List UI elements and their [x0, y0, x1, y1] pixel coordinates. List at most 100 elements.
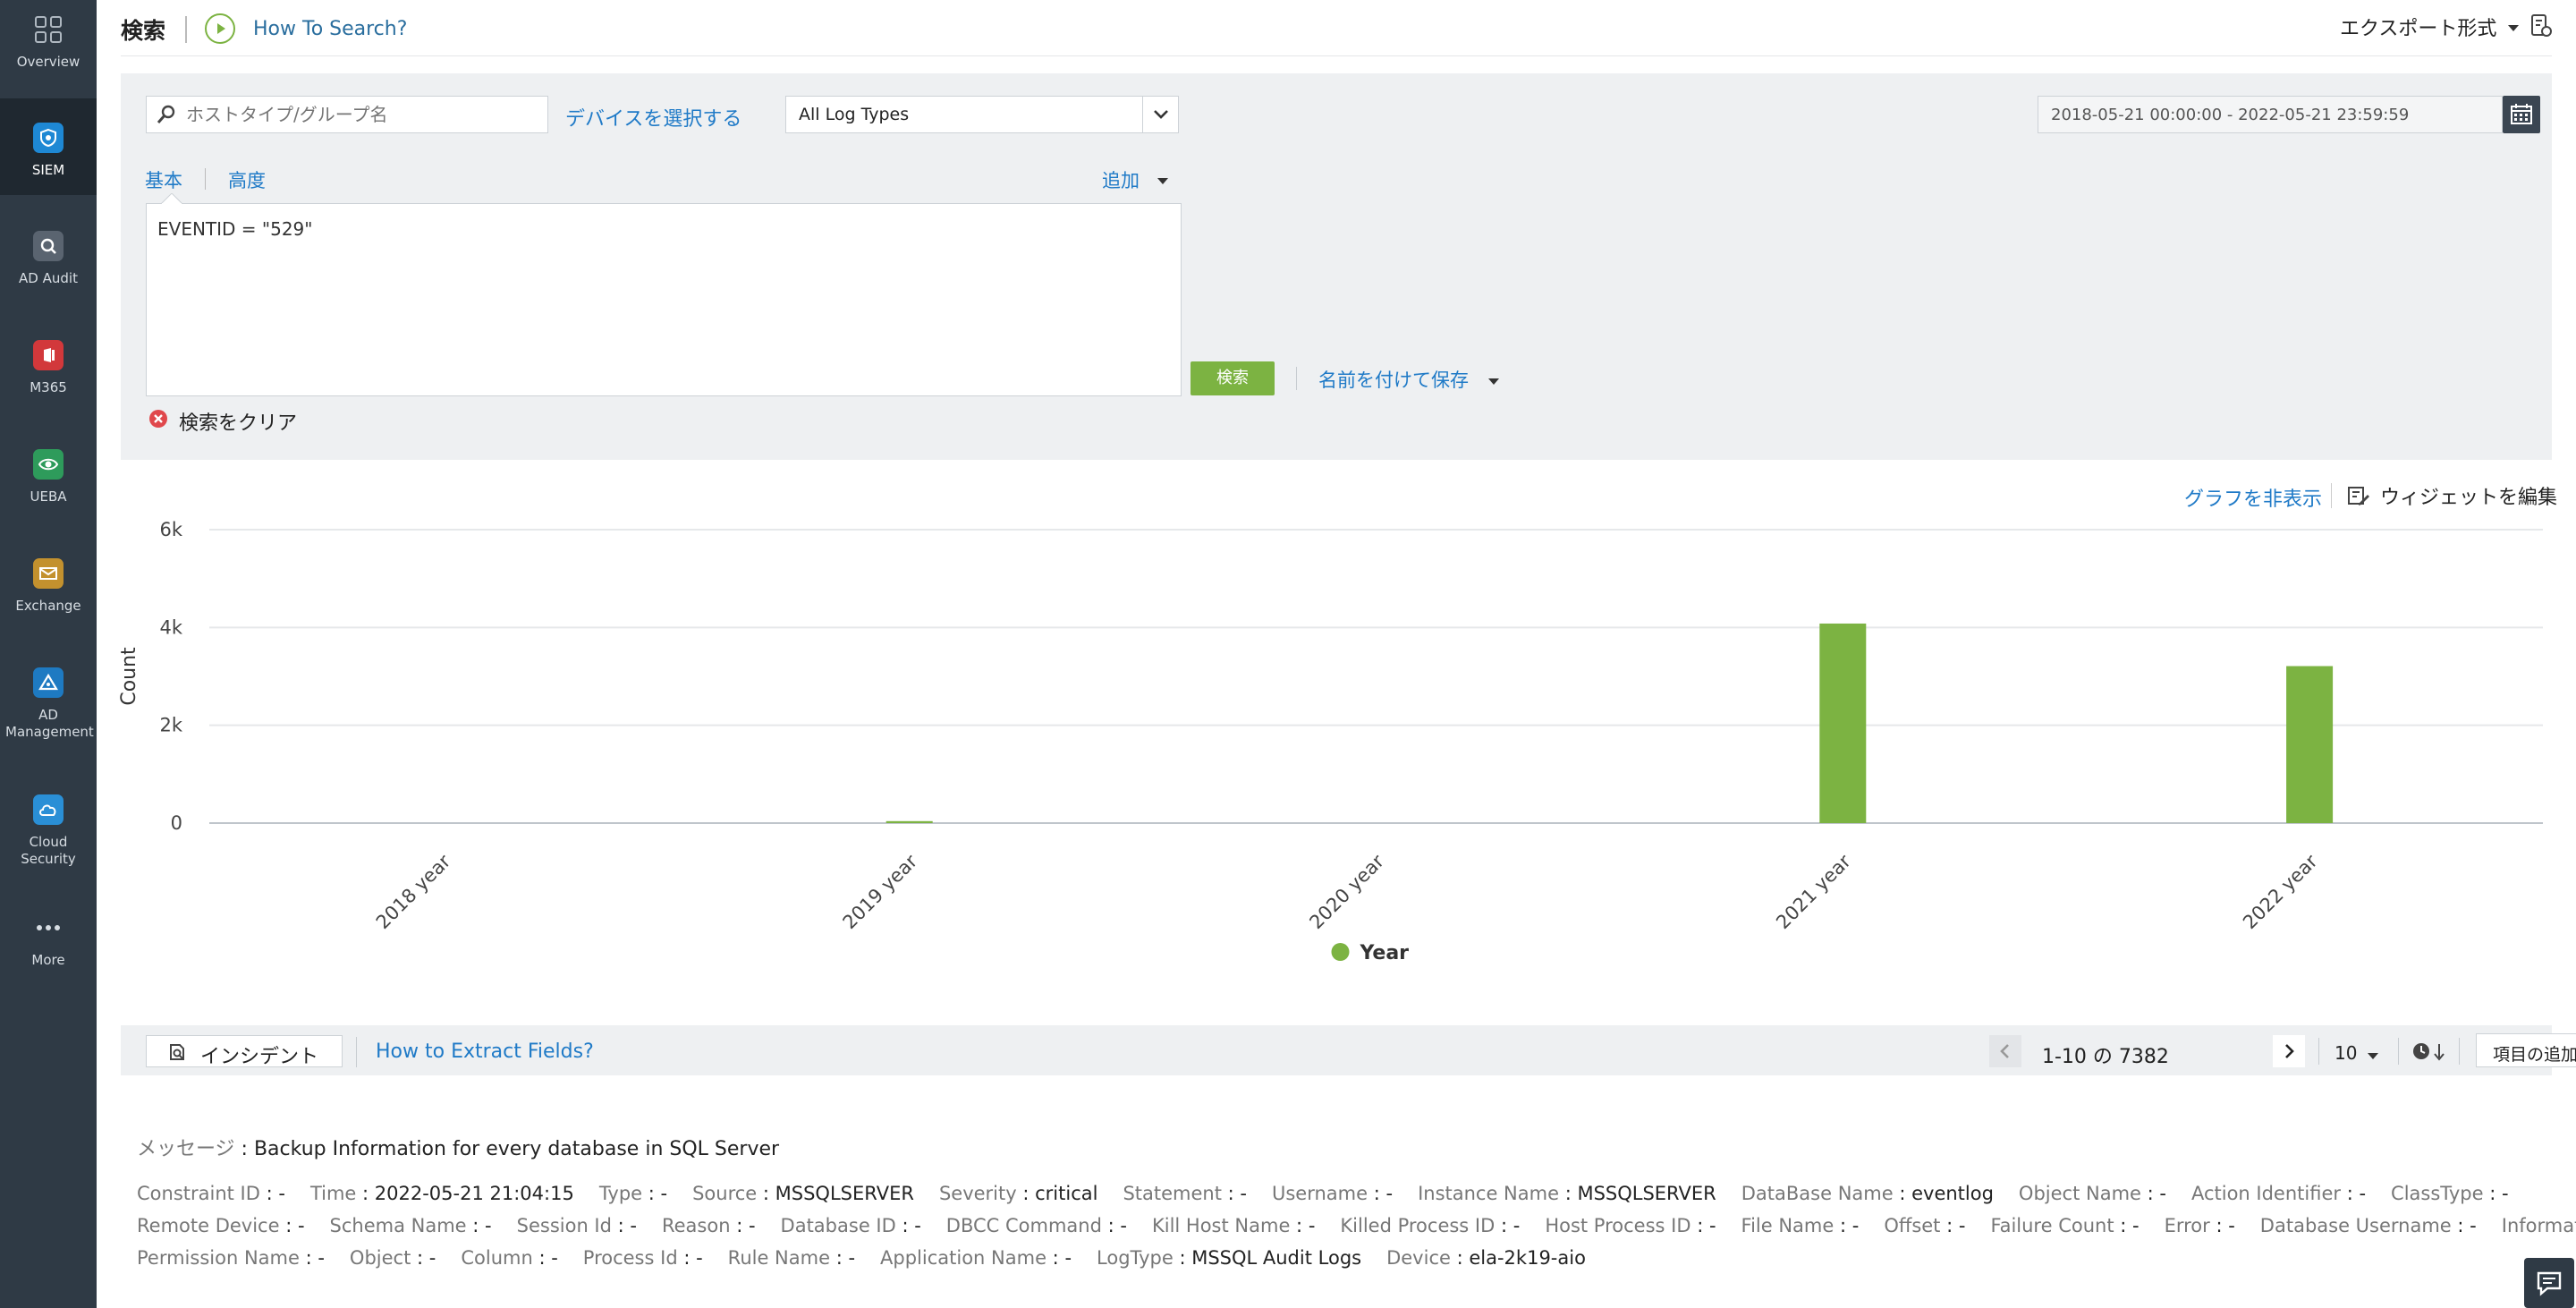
field-value: -: [2359, 1183, 2367, 1204]
sidebar-item-label: UEBA: [30, 488, 67, 505]
host-search-input[interactable]: [186, 102, 540, 127]
record-field: Offset : -: [1884, 1215, 1966, 1236]
record-field: File Name : -: [1741, 1215, 1860, 1236]
save-as-dropdown[interactable]: 名前を付けて保存: [1318, 366, 1469, 393]
tab-advanced[interactable]: 高度: [228, 166, 266, 193]
sidebar-item-label: Exchange: [15, 598, 81, 614]
field-value: -: [551, 1247, 558, 1269]
record-field: Device : ela-2k19-aio: [1386, 1247, 1586, 1269]
caret-down-icon: [1156, 173, 1170, 190]
date-range-field[interactable]: 2018-05-21 00:00:00 - 2022-05-21 23:59:5…: [2038, 96, 2503, 133]
how-to-search-link[interactable]: How To Search?: [253, 18, 407, 40]
caret-down-icon: [1487, 373, 1501, 390]
page-size-select[interactable]: 10: [2334, 1042, 2357, 1064]
field-value: -: [428, 1247, 436, 1269]
y-tick-label: 6k: [159, 519, 182, 540]
sidebar-item-exchange[interactable]: Exchange: [0, 535, 97, 642]
record-field: Action Identifier : -: [2190, 1183, 2367, 1204]
field-value: -: [1958, 1215, 1966, 1236]
toolbar-divider: [2398, 1038, 2399, 1065]
field-key: Error: [2164, 1215, 2210, 1236]
sidebar-item-m365[interactable]: M365: [0, 317, 97, 424]
field-key: Type: [598, 1183, 643, 1204]
prev-page-button[interactable]: [1989, 1035, 2021, 1067]
field-key: Rule Name: [727, 1247, 831, 1269]
add-remove-columns-button[interactable]: 項目の追加/除外: [2476, 1033, 2576, 1067]
pagination-label: 1-10 の 7382: [2042, 1046, 2169, 1068]
field-value: -: [297, 1215, 305, 1236]
x-tick-label: 2021 year: [1772, 850, 1855, 933]
incident-icon: [166, 1041, 188, 1066]
field-key: Time: [309, 1183, 357, 1204]
extract-fields-link[interactable]: How to Extract Fields?: [376, 1040, 594, 1063]
field-value: -: [1852, 1215, 1860, 1236]
add-dropdown[interactable]: 追加: [1102, 166, 1140, 193]
field-value: -: [2159, 1183, 2166, 1204]
export-settings-icon[interactable]: [2528, 13, 2555, 43]
chat-icon: [2537, 1271, 2562, 1296]
sidebar-item-cloud-security[interactable]: Cloud Security: [0, 771, 97, 896]
clear-icon[interactable]: [148, 409, 168, 432]
legend-marker: [1331, 943, 1350, 961]
main-content: 検索 How To Search? エクスポート形式 デバイスを選択する All…: [97, 0, 2576, 1308]
query-editor[interactable]: EVENTID = "529": [146, 193, 1182, 396]
sidebar-item-overview[interactable]: Overview: [0, 0, 97, 107]
query-text: EVENTID = "529": [157, 218, 313, 240]
field-key: DataBase Name: [1741, 1183, 1894, 1204]
record-field: Username : -: [1271, 1183, 1394, 1204]
calendar-icon[interactable]: [2503, 96, 2540, 133]
tab-basic[interactable]: 基本: [145, 166, 182, 193]
field-value: -: [848, 1247, 856, 1269]
incident-button[interactable]: インシデント: [146, 1035, 343, 1068]
clear-search-link[interactable]: 検索をクリア: [179, 407, 297, 436]
sidebar-item-more[interactable]: More: [0, 898, 97, 1006]
sidebar-item-ad-management[interactable]: AD Management: [0, 644, 97, 769]
sort-time-icon[interactable]: [2411, 1040, 2451, 1066]
sidebar-item-ad-audit[interactable]: AD Audit: [0, 208, 97, 315]
search-icon: [156, 104, 177, 129]
record-field: DataBase Name : eventlog: [1741, 1183, 1994, 1204]
field-value: -: [485, 1215, 492, 1236]
field-key: Constraint ID: [137, 1183, 260, 1204]
log-type-select[interactable]: All Log Types: [785, 96, 1179, 133]
record-field: Instance Name : MSSQLSERVER: [1418, 1183, 1716, 1204]
field-value: -: [696, 1247, 703, 1269]
date-range-value: 2018-05-21 00:00:00 - 2022-05-21 23:59:5…: [2051, 106, 2410, 124]
record-field: Object Name : -: [2018, 1183, 2166, 1204]
mail-icon: [33, 558, 64, 589]
play-icon[interactable]: [205, 13, 235, 44]
record-field: LogType : MSSQL Audit Logs: [1097, 1247, 1362, 1269]
sidebar-item-ueba[interactable]: UEBA: [0, 426, 97, 533]
record-field: Database Username : -: [2259, 1215, 2477, 1236]
record-field: Constraint ID : -: [137, 1183, 285, 1204]
record-field: Rule Name : -: [727, 1247, 856, 1269]
record-field: Statement : -: [1123, 1183, 1247, 1204]
field-value: -: [748, 1215, 756, 1236]
record-field: Killed Process ID : -: [1340, 1215, 1521, 1236]
field-key: Kill Host Name: [1151, 1215, 1291, 1236]
field-key: Object: [349, 1247, 411, 1269]
message-key: メッセージ: [137, 1138, 235, 1160]
field-key: Database Username: [2259, 1215, 2452, 1236]
next-page-button[interactable]: [2273, 1035, 2305, 1067]
chat-button[interactable]: [2524, 1258, 2574, 1308]
field-value: -: [1308, 1215, 1316, 1236]
toolbar-divider: [2318, 1038, 2319, 1065]
eye-icon: [33, 449, 64, 480]
year-bar-chart: 0 2k 4k 6k Count 2018 year 2019 year 2020 year 2…: [118, 519, 2543, 964]
field-key: Username: [1271, 1183, 1368, 1204]
chevron-right-icon: [2285, 1044, 2294, 1058]
sidebar-item-siem[interactable]: SIEM: [0, 98, 97, 195]
y-tick-label: 4k: [159, 616, 182, 638]
field-key: File Name: [1741, 1215, 1835, 1236]
ellipsis-icon: [33, 913, 64, 943]
field-value: -: [1385, 1183, 1394, 1204]
export-format-dropdown[interactable]: エクスポート形式: [2340, 13, 2496, 41]
field-key: Session Id: [516, 1215, 612, 1236]
field-key: Schema Name: [329, 1215, 467, 1236]
tab-divider: [205, 168, 206, 190]
search-button[interactable]: 検索: [1191, 361, 1275, 395]
select-device-link[interactable]: デバイスを選択する: [565, 103, 741, 132]
page-title: 検索: [121, 18, 166, 44]
field-key: DBCC Command: [945, 1215, 1102, 1236]
